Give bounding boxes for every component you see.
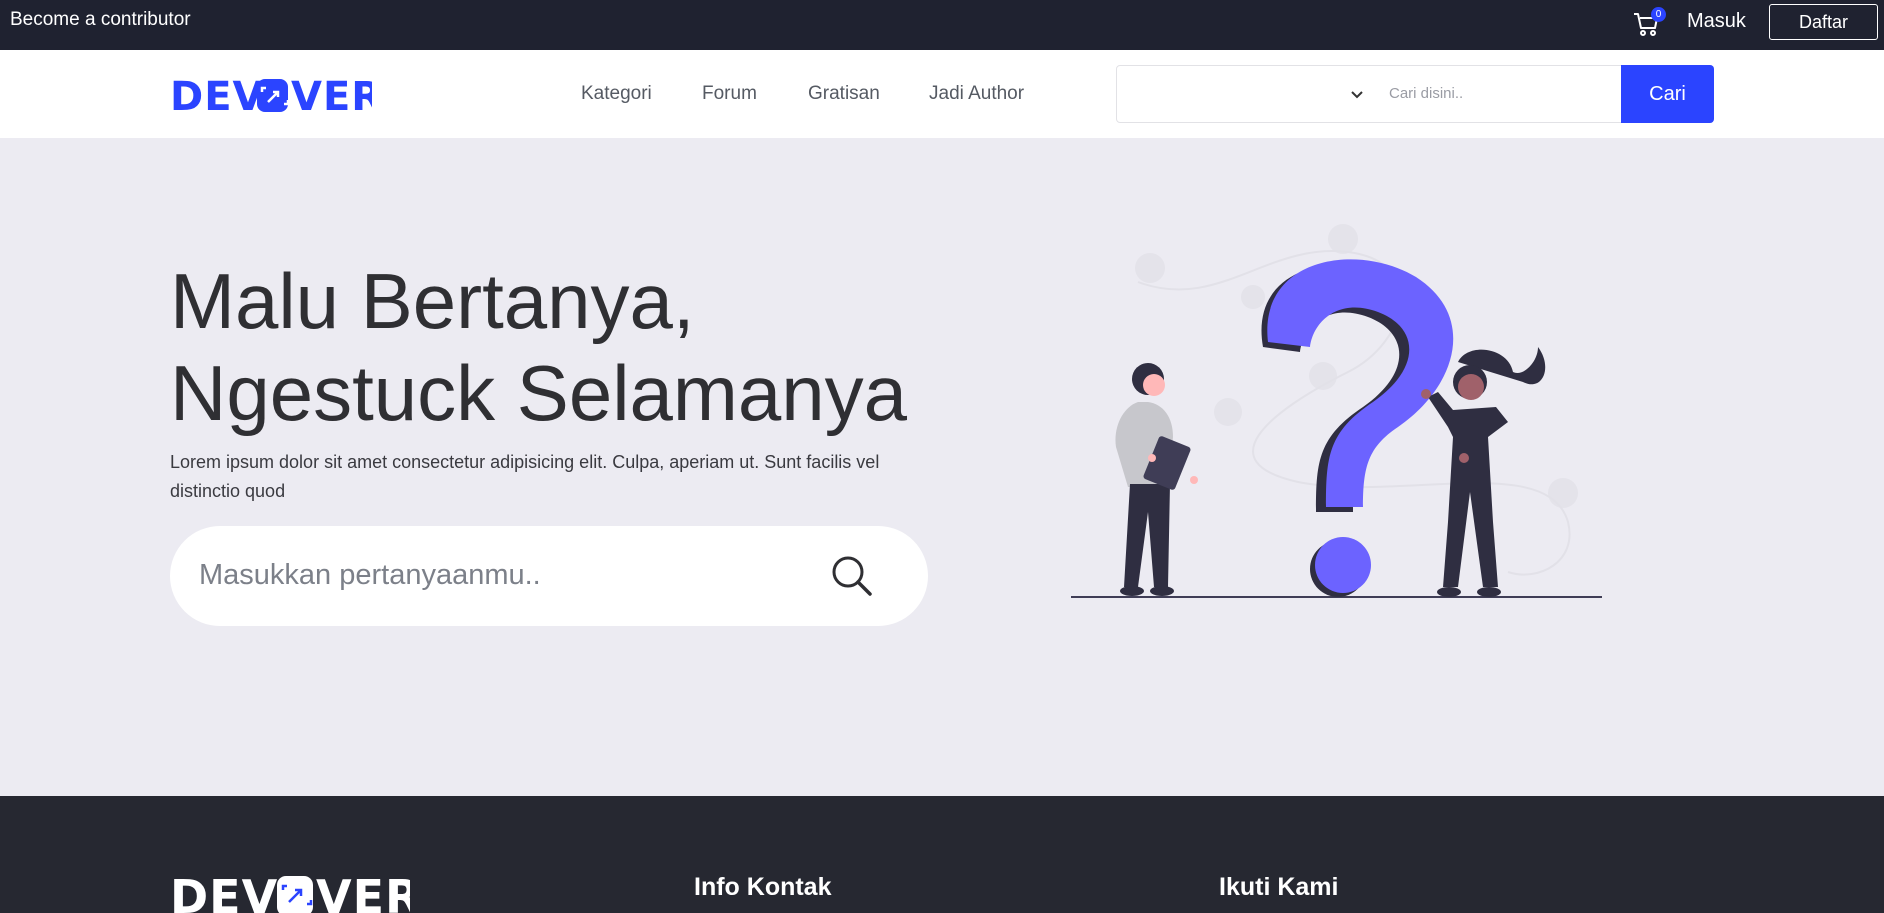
hero-title-line1: Malu Bertanya, bbox=[170, 257, 695, 345]
login-link[interactable]: Masuk bbox=[1687, 10, 1746, 33]
search-button[interactable]: Cari bbox=[1621, 65, 1714, 123]
question-input[interactable]: Masukkan pertanyaanmu.. bbox=[199, 559, 541, 592]
question-search-box[interactable]: Masukkan pertanyaanmu.. bbox=[170, 526, 928, 626]
footer-follow-title: Ikuti Kami bbox=[1219, 873, 1339, 901]
category-select[interactable] bbox=[1117, 66, 1379, 122]
svg-text:VER: VER bbox=[291, 76, 372, 114]
svg-text:DEV: DEV bbox=[170, 76, 264, 114]
question-illustration bbox=[1071, 224, 1602, 598]
hero-description: Lorem ipsum dolor sit amet consectetur a… bbox=[170, 452, 880, 501]
svg-text:VER: VER bbox=[316, 872, 410, 913]
hero-title-line2: Ngestuck Selamanya bbox=[170, 349, 908, 437]
cart-count-badge: 0 bbox=[1651, 7, 1666, 22]
footer-contact-title: Info Kontak bbox=[694, 873, 832, 901]
nav-link-kategori[interactable]: Kategori bbox=[581, 83, 652, 105]
become-contributor-link[interactable]: Become a contributor bbox=[10, 9, 191, 31]
brand-logo[interactable]: DEV VER bbox=[170, 76, 372, 114]
header-search-input[interactable]: Cari disini.. bbox=[1389, 85, 1463, 102]
hero-title: Malu Bertanya, Ngestuck Selamanya bbox=[170, 255, 907, 439]
header-search: Cari disini.. Cari bbox=[1116, 65, 1714, 123]
register-button[interactable]: Daftar bbox=[1769, 4, 1878, 40]
nav-link-gratisan[interactable]: Gratisan bbox=[808, 83, 880, 105]
nav-link-forum[interactable]: Forum bbox=[702, 83, 757, 105]
chevron-down-icon[interactable] bbox=[1349, 86, 1365, 102]
svg-text:DEV: DEV bbox=[170, 872, 278, 913]
search-icon[interactable] bbox=[830, 554, 874, 598]
nav-link-jadi-author[interactable]: Jadi Author bbox=[929, 83, 1024, 105]
top-bar: Become a contributor 0 Masuk Daftar bbox=[0, 0, 1884, 50]
footer-brand-logo[interactable]: DEV VER bbox=[170, 872, 410, 913]
